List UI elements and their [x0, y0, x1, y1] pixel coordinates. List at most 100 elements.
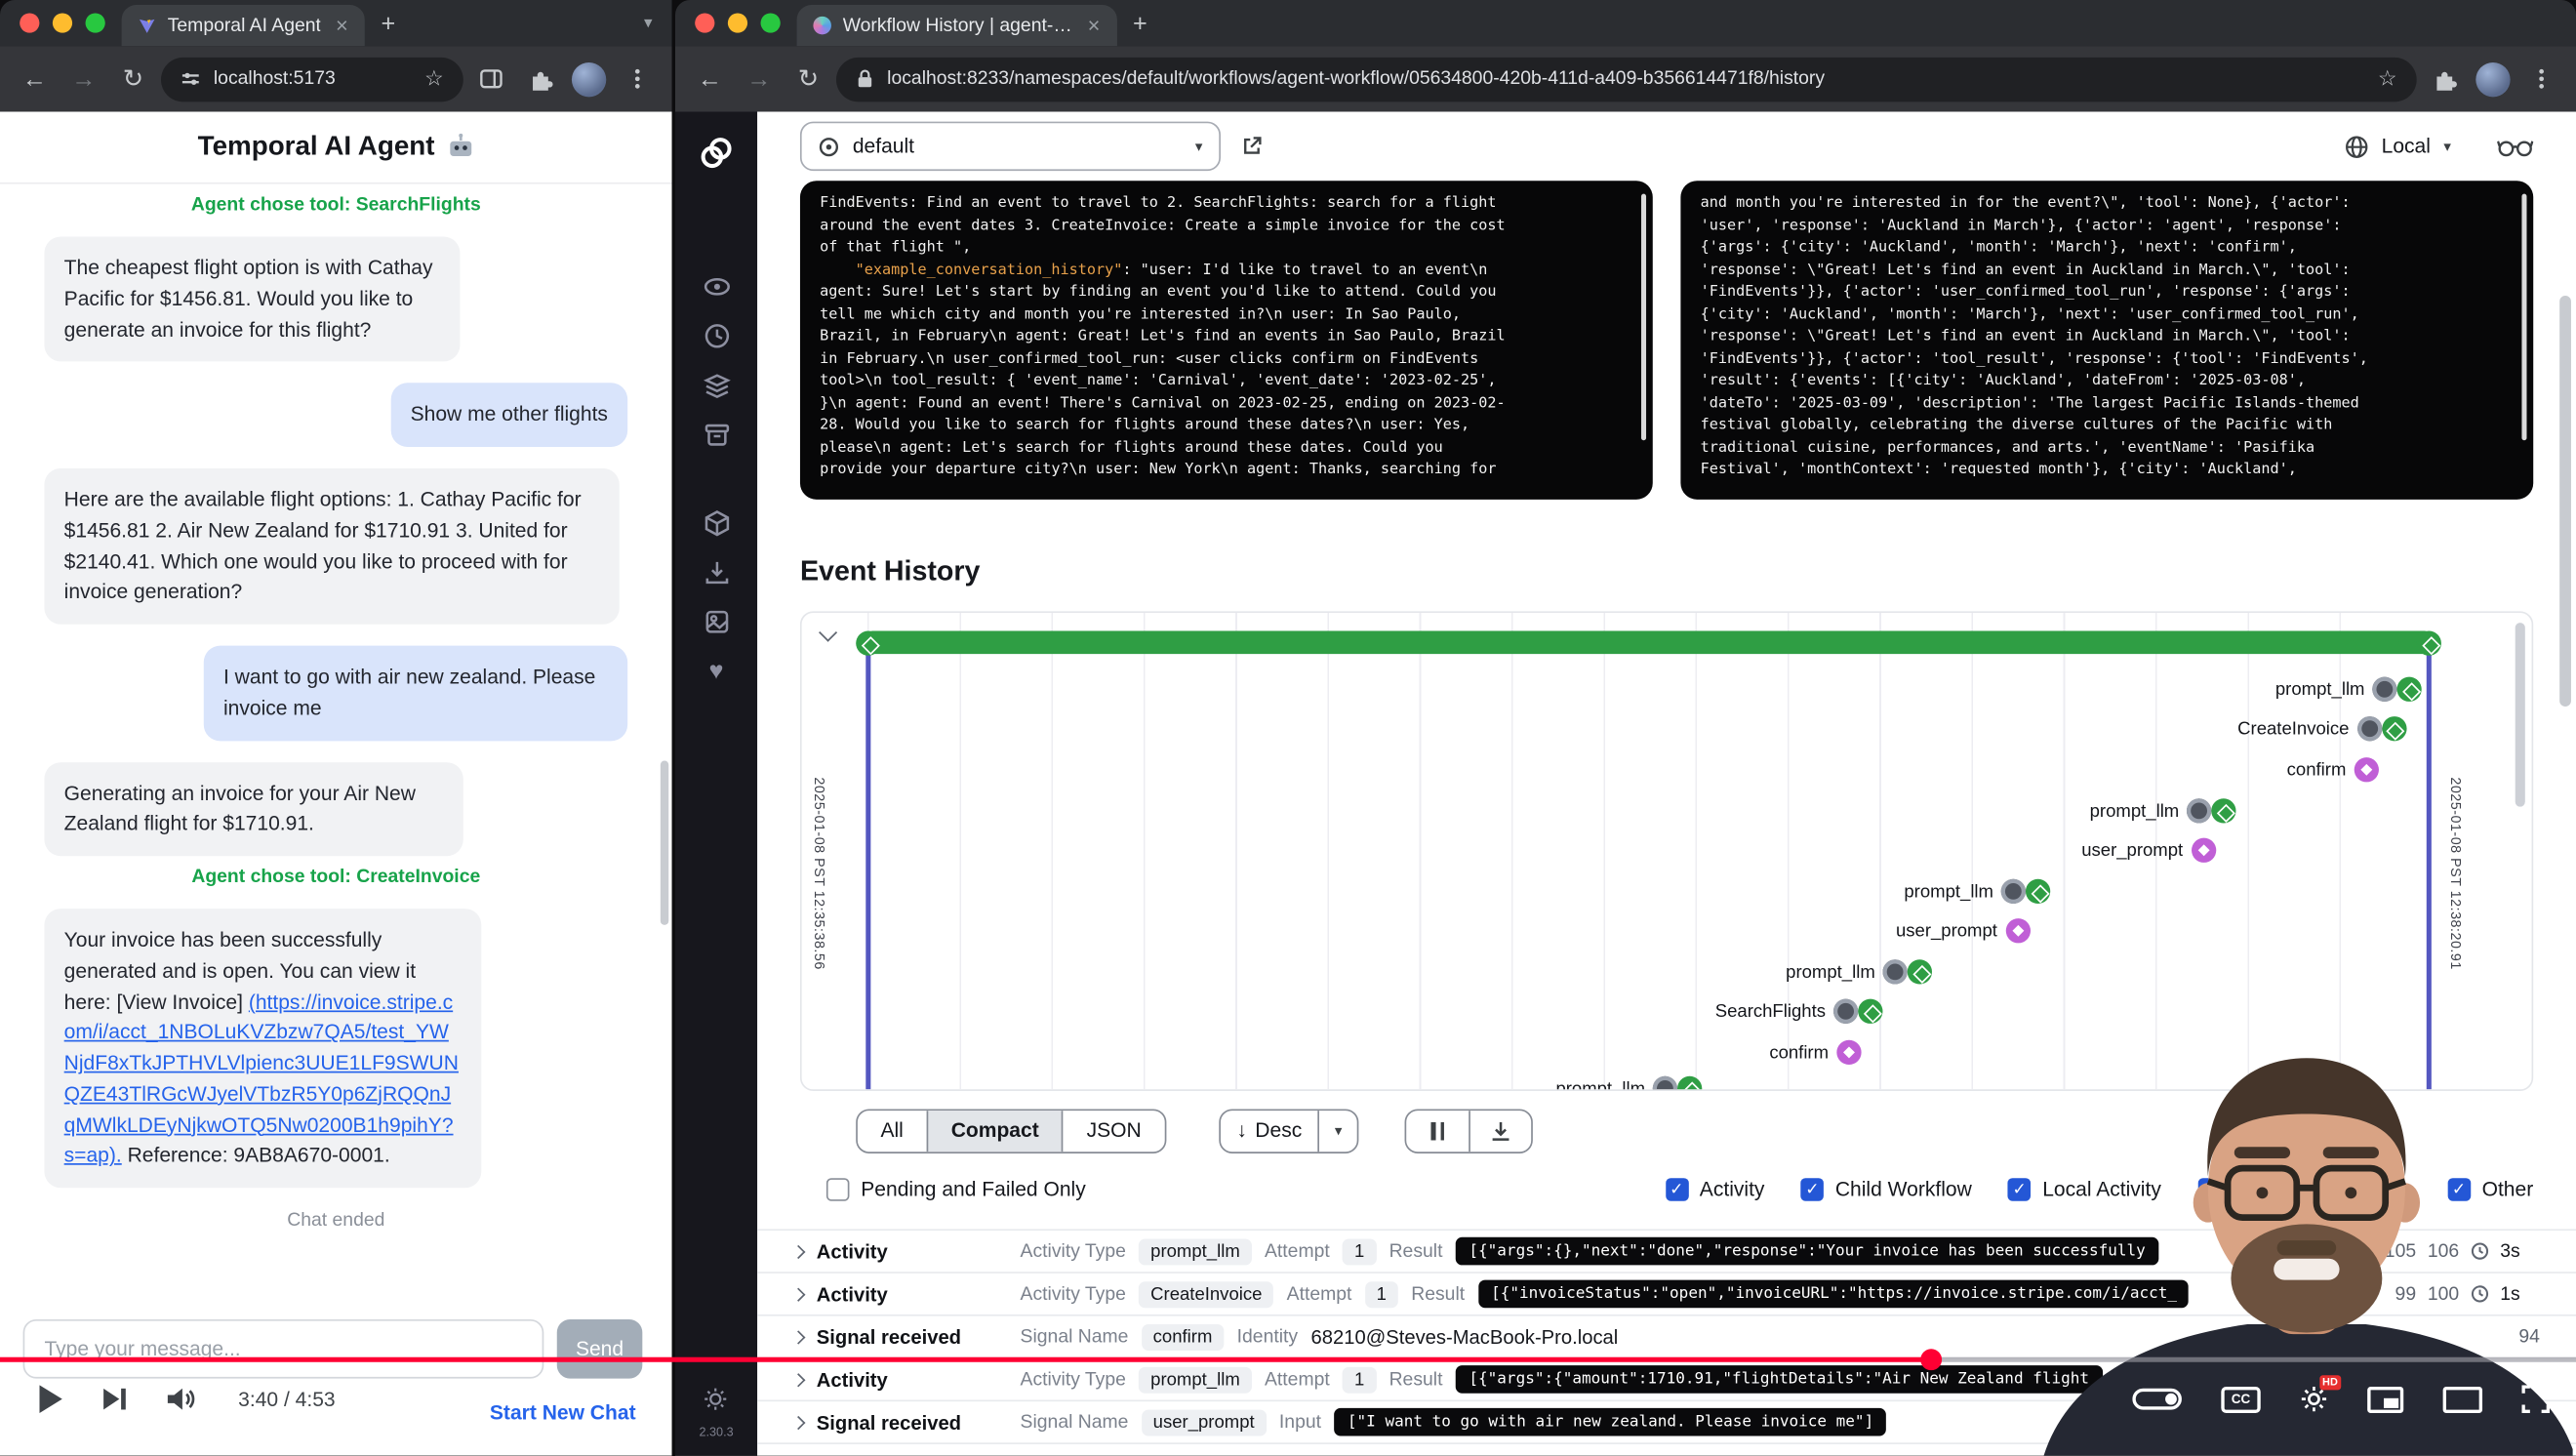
miniplayer-button[interactable] — [2367, 1386, 2403, 1412]
page-scrollbar[interactable] — [2559, 296, 2571, 707]
timeline-event[interactable]: confirm — [1769, 1040, 1861, 1065]
expand-chevron-icon[interactable] — [791, 1372, 805, 1386]
filter-signal[interactable]: ✓Signal — [2197, 1178, 2289, 1201]
start-new-chat-link[interactable]: Start New Chat — [490, 1401, 636, 1425]
forward-button[interactable]: → — [738, 65, 781, 94]
chat-scrollbar[interactable] — [661, 761, 668, 925]
download-history-button[interactable] — [1469, 1110, 1531, 1151]
filter-other[interactable]: ✓Other — [2447, 1178, 2533, 1201]
archive-icon[interactable] — [703, 421, 731, 449]
pending-failed-filter[interactable]: Pending and Failed Only — [826, 1178, 1086, 1201]
menu-kebab-icon[interactable] — [616, 67, 659, 91]
profile-avatar[interactable] — [2475, 61, 2510, 96]
temporal-logo-icon[interactable] — [699, 135, 735, 171]
timeline-event[interactable]: user_prompt — [1896, 918, 2031, 943]
timeline-event[interactable]: confirm — [2287, 757, 2379, 782]
side-panel-icon[interactable] — [470, 65, 513, 92]
address-bar[interactable]: localhost:5173 ☆ — [161, 57, 463, 101]
close-window-button[interactable] — [20, 13, 39, 32]
new-tab-button[interactable]: + — [1133, 9, 1147, 37]
forward-button[interactable]: → — [62, 65, 105, 94]
profile-avatar[interactable] — [572, 61, 606, 96]
filter-activity[interactable]: ✓Activity — [1665, 1178, 1764, 1201]
minimize-window-button[interactable] — [53, 13, 72, 32]
timeline-event[interactable]: user_prompt — [2081, 838, 2216, 863]
volume-icon[interactable] — [168, 1387, 199, 1411]
extensions-puzzle-icon[interactable] — [519, 66, 562, 91]
expand-chevron-icon[interactable] — [791, 1244, 805, 1258]
table-row[interactable]: Activity Activity Type CreateInvoice Att… — [757, 1274, 2576, 1316]
fullscreen-icon[interactable] — [2521, 1385, 2550, 1413]
address-bar[interactable]: localhost:8233/namespaces/default/workfl… — [836, 57, 2417, 101]
reload-button[interactable]: ↻ — [111, 64, 154, 94]
menu-kebab-icon[interactable] — [2520, 67, 2563, 91]
import-icon[interactable] — [703, 558, 731, 586]
tab-close-icon[interactable]: × — [1088, 13, 1101, 37]
checkbox-checked[interactable]: ✓ — [2447, 1178, 2471, 1201]
result-payload-panel[interactable]: and month you're interested in for the e… — [1680, 181, 2533, 500]
external-link-icon[interactable] — [1240, 135, 1264, 158]
workflow-start-marker[interactable] — [856, 631, 880, 656]
panel-scrollbar[interactable] — [2521, 194, 2526, 441]
expand-chevron-icon[interactable] — [791, 1287, 805, 1301]
next-icon[interactable] — [103, 1387, 128, 1411]
timeline-event[interactable]: prompt_llm — [1904, 879, 2051, 904]
maximize-window-button[interactable] — [86, 13, 105, 32]
workflow-span-bar[interactable] — [867, 631, 2430, 655]
timeline-event[interactable]: prompt_llm — [2090, 798, 2237, 823]
timeline-event[interactable]: SearchFlights — [1715, 999, 1883, 1024]
checkbox-checked[interactable]: ✓ — [1665, 1178, 1688, 1201]
play-icon[interactable] — [39, 1385, 63, 1413]
region-cluster[interactable]: Local ▾ — [2344, 134, 2533, 158]
back-button[interactable]: ← — [13, 65, 56, 94]
feedback-heart-icon[interactable]: ♥ — [709, 657, 724, 685]
timeline-event[interactable]: prompt_llm — [1786, 959, 1933, 984]
back-button[interactable]: ← — [688, 65, 731, 94]
pause-button[interactable] — [1406, 1110, 1469, 1151]
table-row[interactable]: Signal received Signal Name confirm Iden… — [757, 1316, 2576, 1359]
checkbox-checked[interactable]: ✓ — [2325, 1178, 2349, 1201]
filter-local-activity[interactable]: ✓Local Activity — [2008, 1178, 2161, 1201]
invoice-link[interactable]: (https://invoice.stripe.com/i/acct_1NBOL… — [64, 990, 459, 1166]
send-button[interactable]: Send — [557, 1319, 643, 1379]
namespace-select[interactable]: default ▾ — [800, 122, 1221, 172]
glasses-icon[interactable] — [2497, 136, 2533, 157]
message-list[interactable]: Agent chose tool: SearchFlights The chea… — [0, 184, 672, 1288]
tab-search-chevron-icon[interactable]: ▾ — [644, 14, 652, 32]
collapse-chevron-icon[interactable] — [819, 624, 837, 642]
video-progress-bar[interactable] — [0, 1357, 2576, 1362]
schedules-icon[interactable] — [703, 322, 731, 350]
bookmark-star-icon[interactable]: ☆ — [424, 65, 444, 92]
lock-icon[interactable] — [856, 69, 874, 89]
deployments-icon[interactable] — [703, 509, 731, 538]
labs-icon[interactable] — [703, 608, 731, 636]
timeline-event[interactable]: CreateInvoice — [2237, 716, 2406, 741]
filter-child-workflow[interactable]: ✓Child Workflow — [1800, 1178, 1971, 1201]
close-window-button[interactable] — [695, 13, 714, 32]
theme-toggle-sun-icon[interactable] — [704, 1387, 728, 1411]
tab-temporal-ai-agent[interactable]: Temporal AI Agent × — [122, 5, 365, 46]
timeline-panel[interactable]: 2025-01-08 PST 12:35:38.56 2025-01-08 PS… — [800, 611, 2533, 1091]
settings-button[interactable]: HD — [2300, 1385, 2328, 1413]
tab-json[interactable]: JSON — [1062, 1110, 1164, 1151]
subtitles-button[interactable]: CC — [2221, 1386, 2260, 1412]
autoplay-toggle[interactable] — [2132, 1389, 2182, 1410]
table-row[interactable]: Activity Activity Type prompt_llm Attemp… — [757, 1231, 2576, 1274]
filter-timer[interactable]: ✓Timer — [2325, 1178, 2411, 1201]
checkbox-checked[interactable]: ✓ — [2197, 1178, 2221, 1201]
tab-all[interactable]: All — [858, 1110, 927, 1151]
sort-order-button[interactable]: ↓Desc ▾ — [1219, 1109, 1359, 1153]
expand-chevron-icon[interactable] — [791, 1415, 805, 1429]
input-payload-panel[interactable]: FindEvents: Find an event to travel to 2… — [800, 181, 1653, 500]
timeline-event[interactable]: prompt_llm — [2275, 677, 2423, 702]
extensions-puzzle-icon[interactable] — [2423, 66, 2466, 91]
expand-chevron-icon[interactable] — [791, 1330, 805, 1344]
workflows-icon[interactable] — [703, 272, 731, 301]
maximize-window-button[interactable] — [761, 13, 781, 32]
tab-close-icon[interactable]: × — [336, 13, 348, 37]
message-input[interactable] — [23, 1319, 544, 1379]
stack-icon[interactable] — [703, 372, 731, 400]
timeline-event[interactable]: prompt_llm — [1555, 1076, 1703, 1091]
progress-scrubber[interactable] — [1920, 1349, 1942, 1370]
theater-mode-button[interactable] — [2443, 1386, 2482, 1412]
